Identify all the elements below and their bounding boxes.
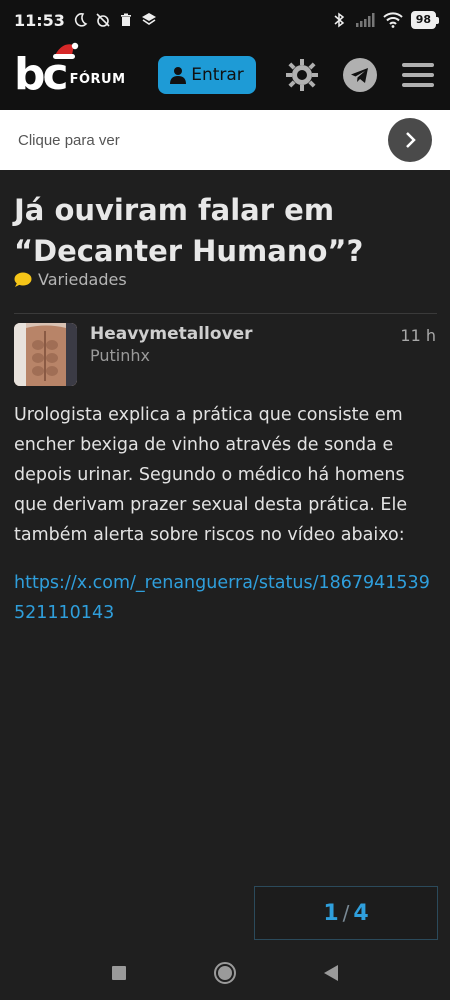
bluetooth-icon — [334, 12, 344, 28]
system-nav-bar — [0, 945, 450, 1000]
site-logo[interactable]: bc FÓRUM — [14, 42, 139, 97]
wifi-icon — [382, 12, 403, 28]
pager-separator: / — [342, 901, 350, 925]
login-button[interactable]: Entrar — [158, 56, 256, 94]
battery-indicator: 98 — [410, 11, 440, 29]
santa-hat-icon — [53, 42, 79, 59]
site-header: bc FÓRUM Entrar — [0, 40, 450, 110]
menu-button[interactable] — [400, 57, 436, 93]
category-label: Variedades — [38, 270, 127, 289]
post-link[interactable]: https://x.com/_renanguerra/status/186794… — [14, 568, 434, 628]
author-name[interactable]: Heavymetallover — [90, 324, 253, 344]
ad-next-button[interactable] — [388, 118, 432, 162]
home-circle-icon — [214, 961, 236, 984]
layers-icon — [141, 13, 156, 25]
avatar[interactable] — [14, 323, 77, 386]
login-button-label: Entrar — [191, 65, 244, 85]
status-notification-icons — [72, 12, 157, 28]
ad-text: Clique para ver — [18, 131, 120, 149]
logo-text: FÓRUM — [69, 71, 126, 87]
recents-square-icon — [112, 965, 126, 980]
status-system-icons: 98 — [331, 11, 440, 29]
post-pager[interactable]: 1 / 4 — [254, 886, 438, 940]
moon-icon — [74, 13, 88, 27]
header-actions — [284, 57, 436, 93]
avatar-image — [14, 323, 77, 386]
pager-total: 4 — [353, 900, 369, 926]
post-body: Urologista explica a prática que consist… — [14, 405, 408, 545]
theme-toggle-button[interactable] — [284, 57, 320, 93]
user-icon — [170, 67, 187, 84]
back-triangle-icon — [324, 964, 338, 981]
signal-icon — [355, 13, 375, 27]
author-subtitle: Putinhx — [90, 346, 150, 365]
pager-current: 1 — [323, 900, 339, 926]
menu-icon — [402, 63, 434, 87]
chevron-right-icon — [406, 132, 416, 148]
ad-banner[interactable]: Clique para ver — [0, 110, 450, 170]
back-button[interactable] — [319, 961, 343, 985]
telegram-button[interactable] — [342, 57, 378, 93]
status-bar: 11:53 98 — [0, 0, 450, 40]
theme-sun-icon — [286, 59, 318, 91]
divider — [14, 313, 437, 314]
recents-button[interactable] — [107, 961, 131, 985]
status-time: 11:53 — [14, 10, 65, 30]
telegram-icon — [343, 58, 377, 92]
post-time[interactable]: 11 h — [400, 326, 436, 345]
topic-category[interactable]: Variedades — [14, 270, 127, 289]
topic-title[interactable]: Já ouviram falar em “Decanter Humano”? — [14, 190, 434, 272]
alarm-off-icon — [96, 13, 110, 27]
speech-bubble-icon — [14, 272, 32, 287]
trash-icon — [120, 13, 131, 26]
home-button[interactable] — [213, 961, 237, 985]
